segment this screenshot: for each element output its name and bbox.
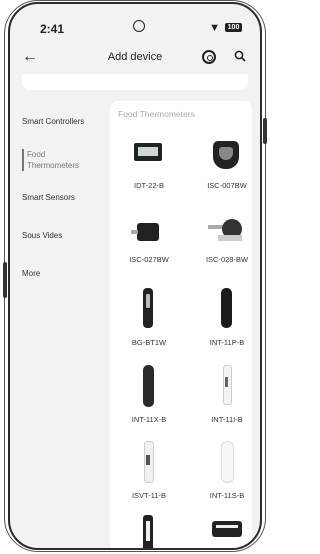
camera-cutout bbox=[133, 20, 145, 32]
status-time: 2:41 bbox=[40, 22, 65, 36]
device-card-partial-2[interactable] bbox=[190, 515, 260, 548]
device-image bbox=[190, 441, 260, 487]
power-button bbox=[263, 118, 267, 144]
device-card-partial-1[interactable] bbox=[112, 515, 186, 548]
device-image bbox=[112, 211, 186, 251]
sidebar-item-smart-controllers[interactable]: Smart Controllers bbox=[22, 116, 84, 127]
device-image bbox=[190, 288, 260, 334]
device-label: INT-11I-B bbox=[211, 415, 243, 424]
device-panel: Food Thermometers IDT-22-B ISC-007BW ISC… bbox=[110, 101, 252, 548]
search-bar[interactable] bbox=[22, 74, 248, 90]
device-card-idt-22-b[interactable]: IDT-22-B bbox=[112, 137, 186, 190]
device-label: BG-BT1W bbox=[131, 338, 167, 347]
device-image bbox=[112, 515, 186, 548]
device-label: ISC-007BW bbox=[207, 181, 247, 190]
scan-target-icon[interactable] bbox=[202, 50, 216, 64]
sidebar-item-more[interactable]: More bbox=[22, 268, 40, 279]
device-card-bg-bt1w[interactable]: BG-BT1W bbox=[112, 288, 186, 347]
device-card-isc-007bw[interactable]: ISC-007BW bbox=[190, 137, 260, 190]
device-image bbox=[190, 137, 260, 177]
search-icon[interactable] bbox=[234, 50, 246, 62]
device-card-isc-028-bw[interactable]: ISC-028-BW bbox=[190, 211, 260, 264]
device-card-int-11s-b[interactable]: INT-11S-B bbox=[190, 441, 260, 500]
device-image bbox=[112, 288, 186, 334]
sidebar-item-sous-vides[interactable]: Sous Vides bbox=[22, 230, 62, 241]
phone-screen: 2:41 ▼ 100 ← Add device Smart Controller… bbox=[8, 2, 262, 550]
device-label: INT-11S-B bbox=[209, 491, 245, 500]
sidebar-item-smart-sensors[interactable]: Smart Sensors bbox=[22, 192, 75, 203]
panel-title: Food Thermometers bbox=[118, 109, 195, 119]
device-label: INT-11P-B bbox=[209, 338, 245, 347]
sidebar-item-food-thermometers[interactable]: Food Thermometers bbox=[22, 149, 87, 171]
device-card-int-11x-b[interactable]: INT-11X-B bbox=[112, 365, 186, 424]
device-card-isvt-11-b[interactable]: ISVT-11-B bbox=[112, 441, 186, 500]
sidebar-item-label: Food Thermometers bbox=[27, 150, 80, 170]
device-label: INT-11X-B bbox=[131, 415, 167, 424]
device-label: ISC-027BW bbox=[129, 255, 169, 264]
device-card-isc-027bw[interactable]: ISC-027BW bbox=[112, 211, 186, 264]
device-label: ISVT-11-B bbox=[131, 491, 167, 500]
device-card-int-11i-b[interactable]: INT-11I-B bbox=[190, 365, 260, 424]
battery-icon: 100 bbox=[225, 23, 242, 32]
device-card-int-11p-b[interactable]: INT-11P-B bbox=[190, 288, 260, 347]
device-label: IDT-22-B bbox=[133, 181, 164, 190]
device-image bbox=[112, 365, 186, 411]
device-image bbox=[190, 211, 260, 251]
page-title: Add device bbox=[107, 51, 163, 63]
device-image bbox=[112, 441, 186, 487]
device-image bbox=[190, 365, 260, 411]
wifi-icon: ▼ bbox=[209, 22, 220, 34]
device-image bbox=[190, 515, 260, 548]
device-image bbox=[112, 137, 186, 177]
app-header: ← Add device bbox=[10, 48, 260, 72]
device-label: ISC-028-BW bbox=[205, 255, 249, 264]
status-bar: 2:41 ▼ 100 bbox=[10, 18, 260, 38]
volume-button bbox=[3, 262, 7, 298]
